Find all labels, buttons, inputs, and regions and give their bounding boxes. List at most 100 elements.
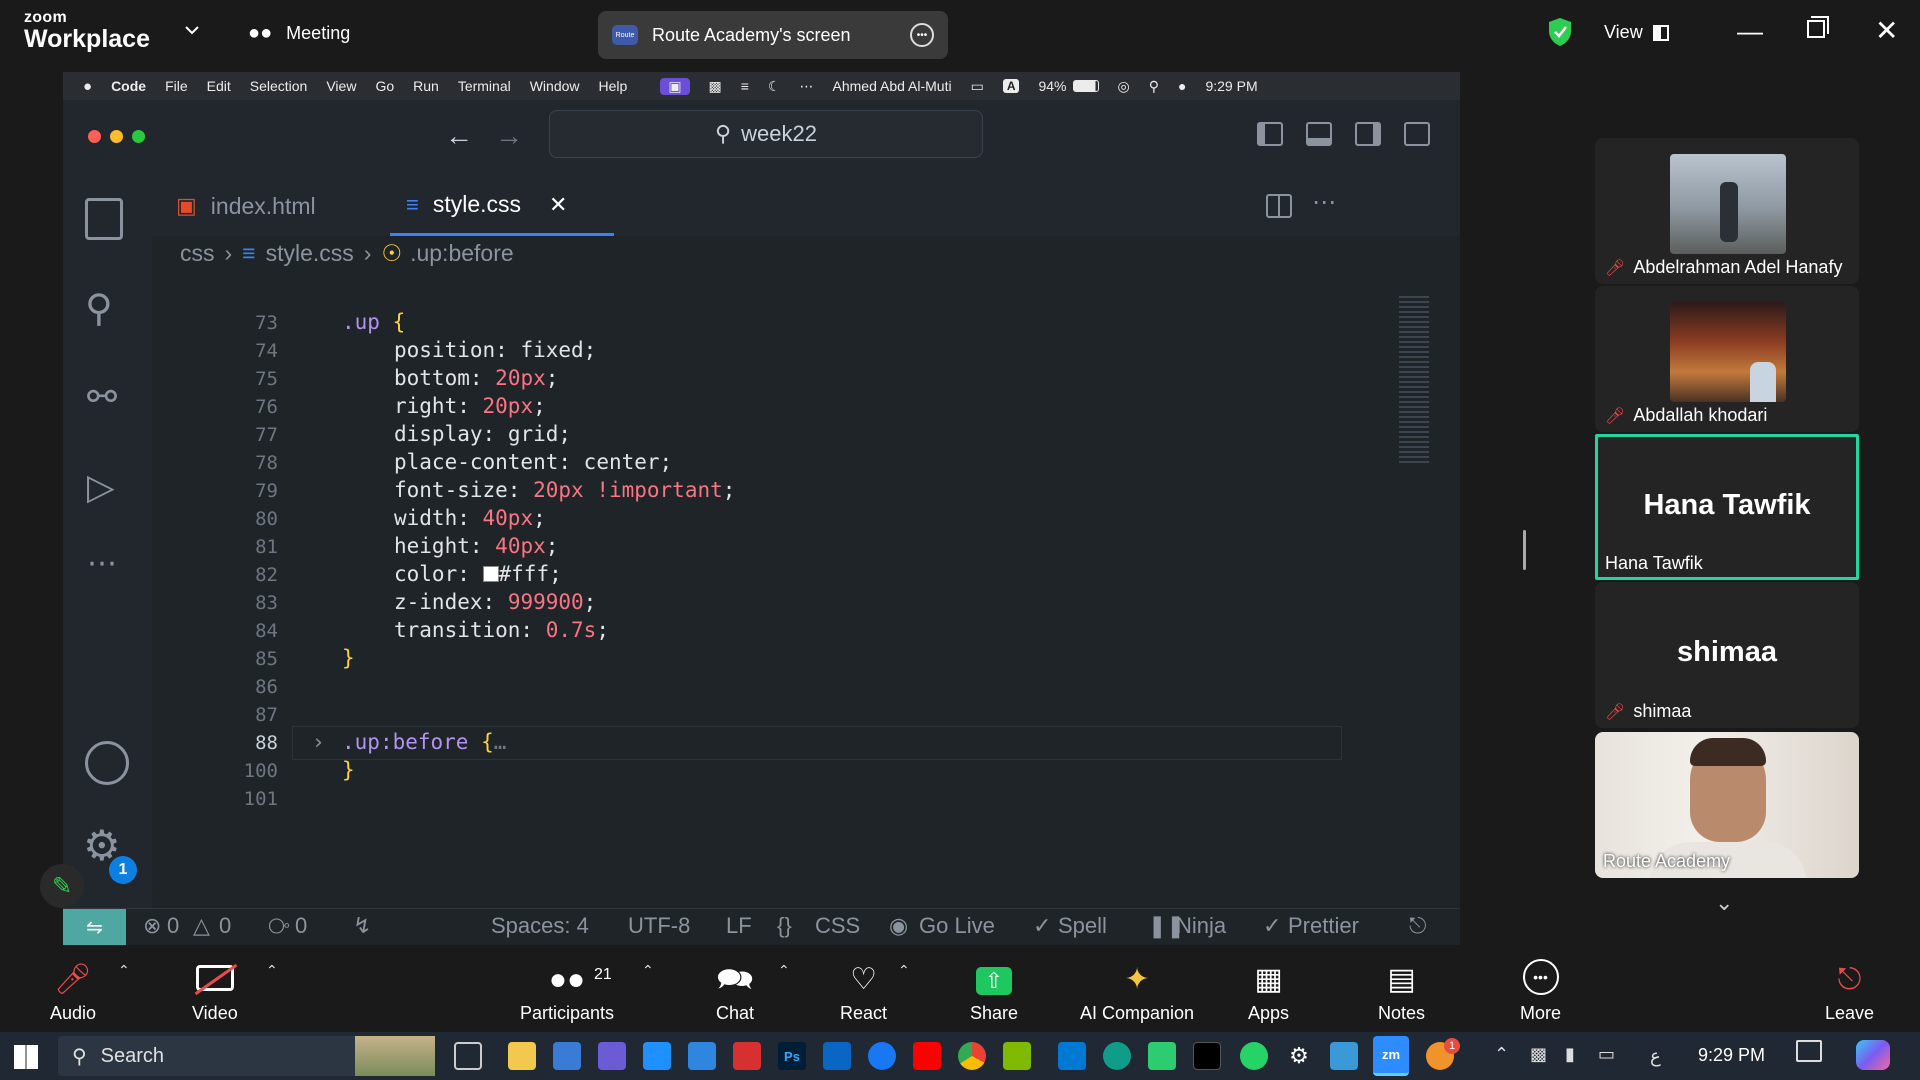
toggle-sidebar-icon[interactable] <box>1257 122 1283 146</box>
language-mode[interactable]: CSS <box>815 913 860 939</box>
react-button[interactable]: ♡ React <box>840 948 887 1032</box>
code-line[interactable]: width: 40px; <box>394 506 546 530</box>
menu-file[interactable]: File <box>165 78 188 94</box>
code-line[interactable]: } <box>342 646 355 670</box>
minimize-icon[interactable]: — <box>1737 16 1763 47</box>
more-actions-icon[interactable]: ⋯ <box>1312 188 1336 217</box>
prettier-status[interactable]: Prettier <box>1288 913 1359 939</box>
spell-status[interactable]: Spell <box>1058 913 1107 939</box>
panel-resize-handle[interactable] <box>1523 530 1526 570</box>
source-control-icon[interactable]: ⚯ <box>87 376 117 418</box>
battery-percent[interactable]: 94% <box>1038 78 1066 94</box>
menu-edit[interactable]: Edit <box>207 78 231 94</box>
participant-tile[interactable]: shimaa 🎤︎ shimaa <box>1595 582 1859 728</box>
code-line[interactable]: display: grid; <box>394 422 571 446</box>
audio-button[interactable]: 🎤︎ Audio <box>50 948 96 1032</box>
user-name[interactable]: Ahmed Abd Al-Muti <box>833 78 952 94</box>
close-window-icon[interactable]: ✕ <box>1875 14 1898 47</box>
code-line[interactable]: font-size: 20px !important; <box>394 478 735 502</box>
react-options-caret-icon[interactable]: ⌃ <box>898 962 910 979</box>
participant-tile-camera[interactable]: Route Academy <box>1595 732 1859 878</box>
code-line[interactable]: position: fixed; <box>394 338 596 362</box>
app-icon[interactable] <box>1148 1042 1176 1070</box>
explorer-icon[interactable] <box>85 198 123 240</box>
warning-count[interactable]: 0 <box>219 913 231 939</box>
app-icon[interactable] <box>688 1042 716 1070</box>
ai-companion-button[interactable]: ✦ AI Companion <box>1080 948 1194 1032</box>
ports-icon[interactable]: ⧂ <box>268 913 290 939</box>
breadcrumb-folder[interactable]: css <box>180 240 215 267</box>
task-view-icon[interactable] <box>454 1042 482 1070</box>
menu-window[interactable]: Window <box>530 78 580 94</box>
code-line[interactable]: color: #fff; <box>394 562 562 586</box>
run-debug-icon[interactable]: ▷ <box>87 466 115 508</box>
copilot-icon[interactable] <box>598 1042 626 1070</box>
participants-button[interactable]: ●● Participants <box>520 948 614 1032</box>
chat-button[interactable]: 🗪︎ Chat <box>716 948 754 1032</box>
app-icon[interactable] <box>823 1042 851 1070</box>
code-line[interactable]: .up { <box>342 310 405 334</box>
wifi-icon[interactable]: ◎ <box>1118 78 1130 95</box>
lightning-icon[interactable]: ↯ <box>353 913 371 939</box>
command-center-search[interactable]: ⚲ week22 <box>549 110 983 158</box>
app-menu[interactable]: Code <box>111 78 146 94</box>
app-menu-chevron-icon[interactable] <box>184 24 200 36</box>
forward-arrow-icon[interactable]: → <box>495 120 523 152</box>
chat-options-caret-icon[interactable]: ⌃ <box>778 962 790 979</box>
code-line[interactable]: right: 20px; <box>394 394 546 418</box>
acrobat-icon[interactable] <box>733 1042 761 1070</box>
tiktok-icon[interactable] <box>1193 1042 1221 1070</box>
toggle-panel-icon[interactable] <box>1306 122 1332 146</box>
share-button[interactable]: ⇧ Share <box>970 948 1018 1032</box>
vscode-icon[interactable] <box>1058 1042 1086 1070</box>
accounts-icon[interactable] <box>85 741 129 785</box>
microphone-tray-icon[interactable]: ▮ <box>1565 1044 1575 1065</box>
tab-style-css[interactable]: ≡ style.css ✕ <box>390 176 614 236</box>
encoding[interactable]: UTF-8 <box>628 913 690 939</box>
apple-icon[interactable]: ● <box>83 78 92 95</box>
battery-tray-icon[interactable]: ▭ <box>1598 1044 1615 1065</box>
store-icon[interactable] <box>553 1042 581 1070</box>
menu-terminal[interactable]: Terminal <box>458 78 511 94</box>
error-icon[interactable]: ⊗ <box>143 913 161 939</box>
toggle-secondary-sidebar-icon[interactable] <box>1355 122 1381 146</box>
go-live[interactable]: Go Live <box>919 913 995 939</box>
spotlight-icon[interactable]: ⚲ <box>1149 78 1159 95</box>
display-icon[interactable]: ▭ <box>971 78 984 95</box>
taskbar-clock[interactable]: 9:29 PM <box>1698 1045 1765 1066</box>
eol[interactable]: LF <box>726 913 752 939</box>
camera-icon[interactable]: ▩ <box>709 78 722 95</box>
whatsapp-icon[interactable] <box>1240 1042 1268 1070</box>
participant-tile-active-speaker[interactable]: Hana Tawfik Hana Tawfik <box>1595 434 1859 580</box>
code-line[interactable]: place-content: center; <box>394 450 672 474</box>
code-line[interactable]: z-index: 999900; <box>394 590 596 614</box>
code-line[interactable]: height: 40px; <box>394 534 558 558</box>
traffic-minimize-icon[interactable] <box>110 130 123 143</box>
breadcrumb-symbol[interactable]: .up:before <box>410 240 514 267</box>
ports-count[interactable]: 0 <box>295 913 307 939</box>
video-options-caret-icon[interactable]: ⌃ <box>266 962 278 979</box>
scroll-down-chevron-icon[interactable]: ⌄ <box>1715 890 1733 916</box>
traffic-close-icon[interactable] <box>88 130 101 143</box>
language-indicator[interactable]: ع <box>1650 1046 1661 1067</box>
input-badge[interactable]: A <box>1002 79 1020 93</box>
copilot-pre-icon[interactable] <box>1856 1040 1890 1070</box>
audio-options-caret-icon[interactable]: ⌃ <box>118 962 130 979</box>
more-views-icon[interactable]: ⋯ <box>87 546 117 581</box>
leave-button[interactable]: ⎋ Leave <box>1825 948 1874 1032</box>
text-icon[interactable]: ≡ <box>741 78 749 94</box>
photoshop-icon[interactable]: Ps <box>778 1042 806 1070</box>
screen-share-pill[interactable]: Route Route Academy's screen ••• <box>598 11 948 59</box>
file-explorer-icon[interactable] <box>508 1042 536 1070</box>
notes-button[interactable]: ▤ Notes <box>1378 948 1425 1032</box>
facebook-icon[interactable] <box>868 1042 896 1070</box>
app-icon[interactable] <box>1003 1042 1031 1070</box>
tray-app-icon[interactable]: ▩ <box>1530 1044 1547 1065</box>
windows-start-icon[interactable] <box>14 1045 38 1069</box>
youtube-icon[interactable] <box>913 1042 941 1070</box>
menu-go[interactable]: Go <box>375 78 394 94</box>
more-options-icon[interactable]: ••• <box>910 23 934 47</box>
code-line[interactable]: bottom: 20px; <box>394 366 558 390</box>
customize-layout-icon[interactable] <box>1404 122 1430 146</box>
app-icon[interactable] <box>1330 1042 1358 1070</box>
